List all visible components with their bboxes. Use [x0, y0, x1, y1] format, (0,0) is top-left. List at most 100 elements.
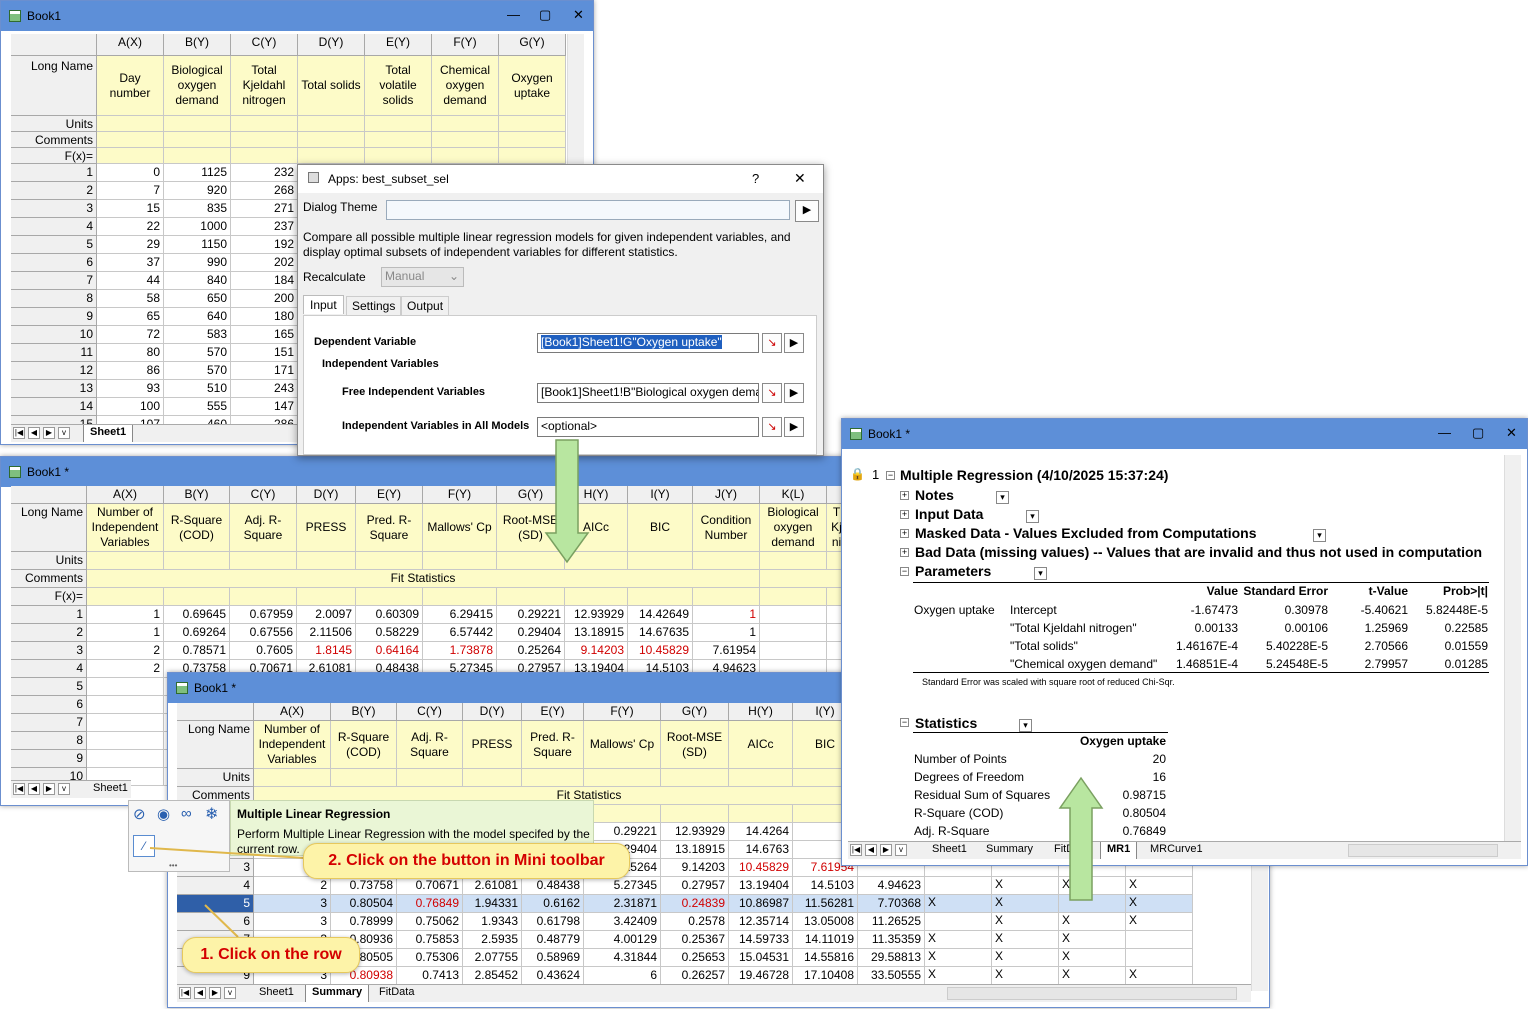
title-bar[interactable]: Book1 * — ▢ ✕: [842, 419, 1527, 449]
table-cell[interactable]: 268: [231, 182, 298, 200]
long-name-cell[interactable]: AICc: [729, 721, 793, 769]
column-header[interactable]: E(Y): [522, 703, 584, 721]
row-header[interactable]: 3: [11, 642, 87, 660]
tab-prev-icon[interactable]: ◀: [194, 987, 206, 999]
long-name-cell[interactable]: PRESS: [297, 504, 356, 552]
tab-first-icon[interactable]: |◀: [13, 427, 25, 439]
table-cell[interactable]: 0.2578: [661, 913, 729, 931]
long-name-cell[interactable]: Root-MSE (SD): [661, 721, 729, 769]
tab-fitdata[interactable]: FitData: [1048, 842, 1095, 859]
tab-prev-icon[interactable]: ◀: [28, 783, 40, 795]
column-header[interactable]: F(Y): [432, 34, 499, 56]
collapse-icon[interactable]: −: [900, 718, 909, 727]
column-header[interactable]: B(Y): [331, 703, 397, 721]
table-cell[interactable]: 14.11019: [793, 931, 858, 949]
table-cell[interactable]: 9.14203: [661, 859, 729, 877]
table-cell[interactable]: 0.69264: [164, 624, 230, 642]
expand-icon[interactable]: +: [900, 529, 909, 538]
table-cell[interactable]: 1.73878: [423, 642, 497, 660]
table-cell[interactable]: 147: [231, 398, 298, 416]
table-cell[interactable]: [925, 913, 992, 931]
table-cell[interactable]: 0.7605: [230, 642, 297, 660]
table-cell[interactable]: 72: [97, 326, 164, 344]
row-header[interactable]: 5: [11, 678, 87, 696]
comments-cell[interactable]: [164, 132, 231, 148]
formula-cell[interactable]: [87, 588, 164, 606]
table-cell[interactable]: X: [1059, 913, 1126, 931]
more-options-icon[interactable]: •••: [169, 861, 177, 870]
formula-cell[interactable]: [231, 148, 298, 164]
table-cell[interactable]: 640: [164, 308, 231, 326]
multiple-linear-regression-button[interactable]: ⁄: [133, 835, 155, 857]
row-header[interactable]: 12: [11, 362, 97, 380]
table-cell[interactable]: X: [1126, 895, 1193, 913]
long-name-cell[interactable]: Condition Number: [693, 504, 760, 552]
table-cell[interactable]: 5.27345: [584, 877, 661, 895]
close-icon[interactable]: ✕: [794, 170, 806, 187]
table-cell[interactable]: 243: [231, 380, 298, 398]
units-cell[interactable]: [497, 552, 565, 570]
table-cell[interactable]: 650: [164, 290, 231, 308]
table-cell[interactable]: 33.50555: [858, 967, 925, 985]
row-header[interactable]: 11: [11, 344, 97, 362]
table-cell[interactable]: 10.45829: [628, 642, 693, 660]
tab-last-icon[interactable]: v: [58, 427, 70, 439]
table-cell[interactable]: 10.45829: [729, 859, 793, 877]
table-cell[interactable]: X: [1126, 913, 1193, 931]
table-cell[interactable]: 237: [231, 218, 298, 236]
row-header[interactable]: 10: [11, 326, 97, 344]
formula-cell[interactable]: [497, 588, 565, 606]
table-cell[interactable]: 9.14203: [565, 642, 628, 660]
dependent-variable-picker-button[interactable]: ↘: [762, 333, 782, 353]
table-cell[interactable]: X: [1059, 949, 1126, 967]
column-header[interactable]: H(Y): [729, 703, 793, 721]
tab-first-icon[interactable]: |◀: [179, 987, 191, 999]
column-header[interactable]: A(X): [87, 486, 164, 504]
tab-next-icon[interactable]: ▶: [43, 427, 55, 439]
dependent-variable-arrow-button[interactable]: ▶: [784, 333, 804, 353]
tab-summary[interactable]: Summary: [305, 985, 370, 1002]
table-cell[interactable]: X: [992, 967, 1059, 985]
table-cell[interactable]: 0.67959: [230, 606, 297, 624]
table-cell[interactable]: 2.61081: [463, 877, 522, 895]
maximize-icon[interactable]: ▢: [1472, 425, 1484, 441]
table-cell[interactable]: 1125: [164, 164, 231, 182]
table-cell[interactable]: 19.46728: [729, 967, 793, 985]
units-cell[interactable]: [97, 116, 164, 132]
dialog-title-bar[interactable]: Apps: best_subset_sel ? ✕: [298, 165, 823, 193]
table-cell[interactable]: 17.10408: [793, 967, 858, 985]
units-cell[interactable]: [397, 769, 463, 787]
table-cell[interactable]: 0.7413: [397, 967, 463, 985]
all-models-variables-input[interactable]: <optional>: [537, 417, 759, 437]
table-cell[interactable]: 0.75853: [397, 931, 463, 949]
table-cell[interactable]: 14.55816: [793, 949, 858, 967]
column-header[interactable]: E(Y): [356, 486, 423, 504]
formula-cell[interactable]: [164, 148, 231, 164]
row-header[interactable]: 1: [11, 606, 87, 624]
formula-cell[interactable]: [230, 588, 297, 606]
tab-prev-icon[interactable]: ◀: [865, 844, 877, 856]
vertical-scrollbar[interactable]: [1504, 455, 1521, 841]
statistics-dropdown-icon[interactable]: ▾: [1019, 719, 1032, 732]
units-cell[interactable]: [164, 116, 231, 132]
table-cell[interactable]: 0.80504: [331, 895, 397, 913]
units-cell[interactable]: [584, 769, 661, 787]
table-cell[interactable]: 11.35359: [858, 931, 925, 949]
table-cell[interactable]: 0.58229: [356, 624, 423, 642]
tab-sheet1[interactable]: Sheet1: [87, 781, 134, 798]
table-cell[interactable]: 1000: [164, 218, 231, 236]
column-header[interactable]: B(Y): [164, 34, 231, 56]
table-cell[interactable]: 14.5103: [793, 877, 858, 895]
column-header[interactable]: J(Y): [693, 486, 760, 504]
table-cell[interactable]: 0.24839: [661, 895, 729, 913]
row-header[interactable]: 7: [11, 714, 87, 732]
units-cell[interactable]: [254, 769, 331, 787]
units-cell[interactable]: [365, 116, 432, 132]
table-cell[interactable]: 12.93929: [661, 823, 729, 841]
comments-cell[interactable]: [760, 570, 848, 588]
dependent-variable-input[interactable]: [Book1]Sheet1!G"Oxygen uptake": [537, 333, 759, 353]
table-cell[interactable]: 180: [231, 308, 298, 326]
table-cell[interactable]: 6: [584, 967, 661, 985]
table-cell[interactable]: 7.61954: [693, 642, 760, 660]
table-cell[interactable]: 2.07755: [463, 949, 522, 967]
